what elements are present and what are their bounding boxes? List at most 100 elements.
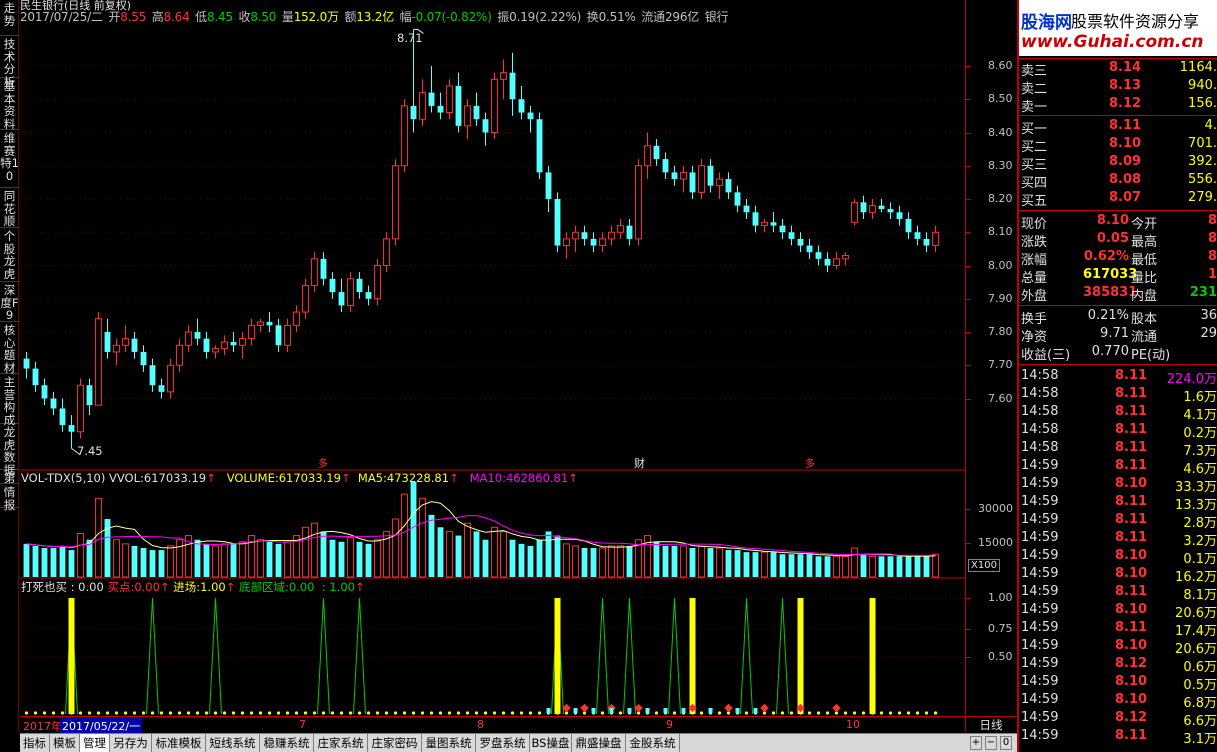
- bid-row[interactable]: 买四 8.08 556.: [1019, 172, 1217, 191]
- indicator-dot: [483, 711, 488, 715]
- bottom-tab[interactable]: 指标: [20, 734, 50, 752]
- add-icon[interactable]: +: [970, 736, 982, 750]
- bid-row[interactable]: 买五 8.07 279.: [1019, 190, 1217, 209]
- volume-bar: [923, 556, 930, 577]
- candle-body: [932, 231, 939, 247]
- bottom-tab[interactable]: 庄家系统: [314, 734, 368, 752]
- bid-price: 8.07: [1109, 190, 1142, 205]
- ask-row[interactable]: 卖二 8.13 940.: [1019, 78, 1217, 97]
- bottom-tab[interactable]: 另存为: [110, 734, 152, 752]
- quote-value: 0.62%: [1083, 249, 1129, 264]
- bottom-tab[interactable]: BS操盘: [530, 734, 572, 752]
- bottom-tab[interactable]: 模板: [50, 734, 80, 752]
- event-marker[interactable]: 多: [318, 455, 328, 470]
- volume-bar: [671, 545, 678, 577]
- side-tab[interactable]: 同花顺: [0, 188, 19, 228]
- volume-bar: [914, 556, 921, 577]
- indicator-dot: [654, 711, 659, 715]
- side-tab[interactable]: 情报: [0, 484, 19, 511]
- volume-bar: [365, 543, 372, 577]
- side-tab[interactable]: 深度F9: [0, 282, 19, 322]
- indicator-dot: [96, 711, 101, 715]
- bid-row[interactable]: 买三 8.09 392.: [1019, 154, 1217, 173]
- period-selector[interactable]: 日线: [966, 716, 1016, 733]
- candle-body: [509, 72, 516, 100]
- quote-value: 8: [1207, 231, 1217, 246]
- tick-time: 14:59: [1021, 566, 1059, 581]
- candle-body: [572, 231, 579, 240]
- side-tab[interactable]: 维赛特10: [0, 130, 19, 188]
- candle-body: [770, 222, 777, 226]
- bid-row[interactable]: 买一 8.11 4.: [1019, 118, 1217, 137]
- side-tab[interactable]: 个股龙虎: [0, 228, 19, 282]
- ask-row[interactable]: 卖一 8.12 156.: [1019, 96, 1217, 115]
- kline-chart[interactable]: [20, 0, 965, 716]
- bottom-zone-spike: [353, 597, 366, 715]
- ask-volume: 156.: [1188, 96, 1217, 111]
- bottom-tab[interactable]: 短线系统: [206, 734, 260, 752]
- reset-icon[interactable]: 0: [1000, 736, 1012, 750]
- volume-bar: [437, 527, 444, 577]
- indicator-small-bar: [591, 708, 596, 713]
- date-axis-start: 2017年: [23, 720, 62, 733]
- volume-bar: [131, 545, 138, 577]
- indicator-dot: [699, 711, 704, 715]
- tick-volume: 1.6万: [1183, 390, 1217, 405]
- tick-volume: 7.3万: [1183, 444, 1217, 459]
- indicator-dot: [150, 711, 155, 715]
- side-tab[interactable]: 走势: [0, 0, 19, 36]
- tick-volume: 8.1万: [1183, 588, 1217, 603]
- bottom-tab[interactable]: 量图系统: [422, 734, 476, 752]
- indicator-dot: [132, 711, 137, 715]
- bottom-tab[interactable]: 金股系统: [626, 734, 680, 752]
- candle-body: [167, 364, 174, 393]
- ma5-value: 473228.81: [386, 471, 450, 485]
- bottom-zone-label: 底部区域:: [239, 580, 289, 594]
- indicator-dot: [555, 711, 560, 715]
- volume-bar: [59, 545, 66, 577]
- volume-tick: 30000: [978, 502, 1013, 515]
- side-tab[interactable]: 技术分析: [0, 36, 19, 88]
- volume-bar: [590, 548, 597, 577]
- volume-bar: [86, 539, 93, 577]
- volume-bar: [617, 545, 624, 578]
- indicator-dot: [348, 711, 353, 715]
- side-tab[interactable]: 主营构成: [0, 374, 19, 426]
- ask-row[interactable]: 卖三 8.14 1164.: [1019, 60, 1217, 79]
- bottom-tab[interactable]: 庄家密码: [368, 734, 422, 752]
- candle-body: [923, 238, 930, 246]
- quote-value: 29: [1200, 326, 1217, 341]
- indicator-dot: [420, 711, 425, 715]
- bottom-tab[interactable]: 罗盘系统: [476, 734, 530, 752]
- indicator-dot: [339, 711, 344, 715]
- tick-row: 14:59 8.10 0.5万: [1019, 674, 1217, 693]
- indicator-dot: [528, 711, 533, 715]
- volume-bar: [203, 543, 210, 577]
- event-marker[interactable]: 财: [634, 455, 645, 471]
- bottom-tab[interactable]: 管理: [80, 734, 110, 752]
- minus-icon[interactable]: −: [985, 736, 997, 750]
- volume-indicator-name: VOL-TDX(5,10): [21, 471, 106, 485]
- volume-bar: [428, 514, 435, 577]
- bottom-tab[interactable]: 标准模板: [152, 734, 206, 752]
- tick-price: 8.11: [1115, 422, 1148, 437]
- ask-price: 8.13: [1109, 78, 1142, 93]
- bottom-tab[interactable]: 稳赚系统: [260, 734, 314, 752]
- side-tab[interactable]: 第: [0, 470, 19, 484]
- tick-row: 14:59 8.11 13.3万: [1019, 494, 1217, 513]
- candle-body: [185, 331, 192, 346]
- candle-body: [419, 92, 426, 120]
- bid-row[interactable]: 买二 8.10 701.: [1019, 136, 1217, 155]
- bottom-tab[interactable]: 鼎盛操盘: [572, 734, 626, 752]
- candle-body: [464, 105, 471, 127]
- side-tab[interactable]: 龙虎数据: [0, 424, 19, 476]
- indicator-dot: [843, 711, 848, 715]
- candle-body: [563, 238, 570, 247]
- bid-price: 8.11: [1109, 118, 1142, 133]
- event-marker[interactable]: 多: [805, 455, 815, 470]
- candle-body: [851, 201, 858, 223]
- side-tab[interactable]: 基本资料: [0, 78, 19, 130]
- volume-bar: [176, 539, 183, 578]
- side-tab[interactable]: 核心题材: [0, 322, 19, 374]
- volume-bar: [896, 556, 903, 577]
